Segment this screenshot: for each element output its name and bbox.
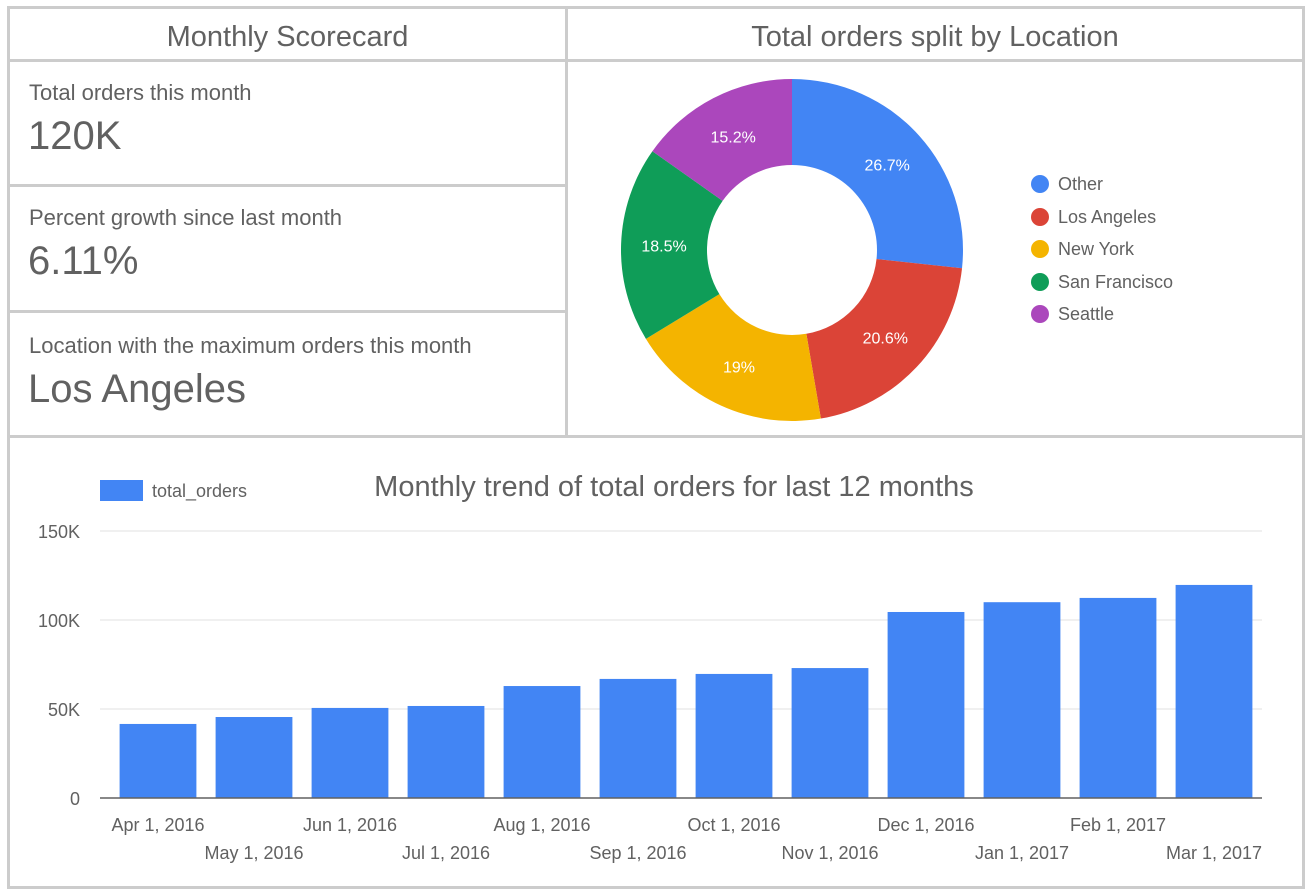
- legend-label: New York: [1058, 239, 1135, 259]
- donut-slice-label: 26.7%: [865, 157, 910, 174]
- legend-item-san-francisco[interactable]: San Francisco: [1031, 272, 1173, 293]
- bar-feb-1-2017[interactable]: [1079, 597, 1157, 798]
- bar-chart-title: Monthly trend of total orders for last 1…: [374, 471, 974, 503]
- legend-dot-icon: [1031, 175, 1049, 193]
- x-tick-label: Feb 1, 2017: [1070, 815, 1166, 835]
- legend-label: Seattle: [1058, 304, 1115, 324]
- x-tick-label: Dec 1, 2016: [877, 815, 974, 835]
- scorecard-value: Los Angeles: [28, 367, 246, 411]
- bar-jan-1-2017[interactable]: [983, 602, 1061, 798]
- x-tick-label: Jun 1, 2016: [303, 815, 397, 835]
- bar-sep-1-2016[interactable]: [599, 678, 677, 798]
- scorecard-total-orders: Total orders this month 120K: [7, 59, 568, 187]
- legend-item-los-angeles[interactable]: Los Angeles: [1031, 207, 1156, 228]
- legend-label: San Francisco: [1058, 271, 1174, 292]
- donut-slice-label: 18.5%: [641, 239, 686, 256]
- scorecard-label: Location with the maximum orders this mo…: [29, 333, 472, 358]
- legend-item-new-york[interactable]: New York: [1031, 239, 1134, 260]
- scorecard-value: 120K: [28, 114, 122, 158]
- bar-apr-1-2016[interactable]: [119, 723, 197, 798]
- donut-slice-label: 20.6%: [863, 331, 908, 348]
- x-tick-label: Oct 1, 2016: [687, 815, 780, 835]
- legend-dot-icon: [1031, 272, 1049, 291]
- x-tick-label: Nov 1, 2016: [781, 843, 878, 863]
- legend-label: Los Angeles: [1058, 206, 1157, 227]
- bar-dec-1-2016[interactable]: [887, 611, 965, 798]
- y-tick-label: 50K: [48, 700, 80, 720]
- legend-dot-icon: [1031, 207, 1049, 226]
- x-tick-label: Jul 1, 2016: [402, 843, 490, 863]
- y-tick-label: 0: [70, 789, 80, 809]
- y-tick-label: 150K: [38, 522, 80, 542]
- scorecard-max-location: Location with the maximum orders this mo…: [7, 310, 568, 438]
- bar-jul-1-2016[interactable]: [407, 705, 485, 798]
- bar-chart-panel: 0 50K 100K 150K Apr 1, 2016 May 1, 2016 Jun 1,…: [7, 435, 1305, 889]
- scorecard-label: Total orders this month: [29, 80, 252, 105]
- legend-dot-icon: [1031, 305, 1049, 323]
- scorecard-title: Monthly Scorecard: [166, 21, 409, 53]
- bar-may-1-2016[interactable]: [215, 717, 293, 798]
- pie-chart-header: Total orders split by Location: [565, 6, 1305, 62]
- scorecard-label: Percent growth since last month: [29, 205, 343, 230]
- legend-item-other[interactable]: Other: [1031, 174, 1103, 195]
- legend-swatch-icon: [100, 480, 143, 501]
- pie-chart-panel: 26.7% 20.6% 19% 18.5% 15.2% Other Los Angeles…: [565, 59, 1305, 438]
- pie-chart-title: Total orders split by Location: [751, 21, 1119, 53]
- legend-label: Other: [1058, 174, 1104, 194]
- bar-nov-1-2016[interactable]: [791, 668, 869, 798]
- scorecard-percent-growth: Percent growth since last month 6.11%: [7, 184, 568, 313]
- bar-chart: 0 50K 100K 150K Apr 1, 2016May 1, 2016Jun 1,…: [38, 471, 1262, 863]
- scorecard-value: 6.11%: [28, 239, 139, 283]
- y-tick-label: 100K: [38, 611, 80, 631]
- x-tick-label: Mar 1, 2017: [1166, 843, 1262, 863]
- x-tick-label: May 1, 2016: [204, 843, 303, 863]
- donut-slice-label: 19%: [723, 359, 755, 376]
- x-tick-label: Sep 1, 2016: [589, 843, 686, 863]
- scorecard-header: Monthly Scorecard: [7, 6, 568, 62]
- bar-jun-1-2016[interactable]: [311, 707, 389, 798]
- bar-mar-1-2017[interactable]: [1175, 584, 1253, 798]
- donut-chart: 26.7% 20.6% 19% 18.5% 15.2%: [621, 79, 963, 421]
- bar-oct-1-2016[interactable]: [695, 673, 773, 798]
- x-tick-label: Apr 1, 2016: [111, 815, 204, 835]
- legend-label[interactable]: total_orders: [152, 481, 247, 502]
- legend-item-seattle[interactable]: Seattle: [1031, 304, 1114, 325]
- donut-slice-label: 15.2%: [710, 129, 755, 146]
- x-tick-label: Jan 1, 2017: [975, 843, 1069, 863]
- bar-aug-1-2016[interactable]: [503, 686, 581, 798]
- legend-dot-icon: [1031, 240, 1049, 258]
- x-tick-label: Aug 1, 2016: [493, 815, 590, 835]
